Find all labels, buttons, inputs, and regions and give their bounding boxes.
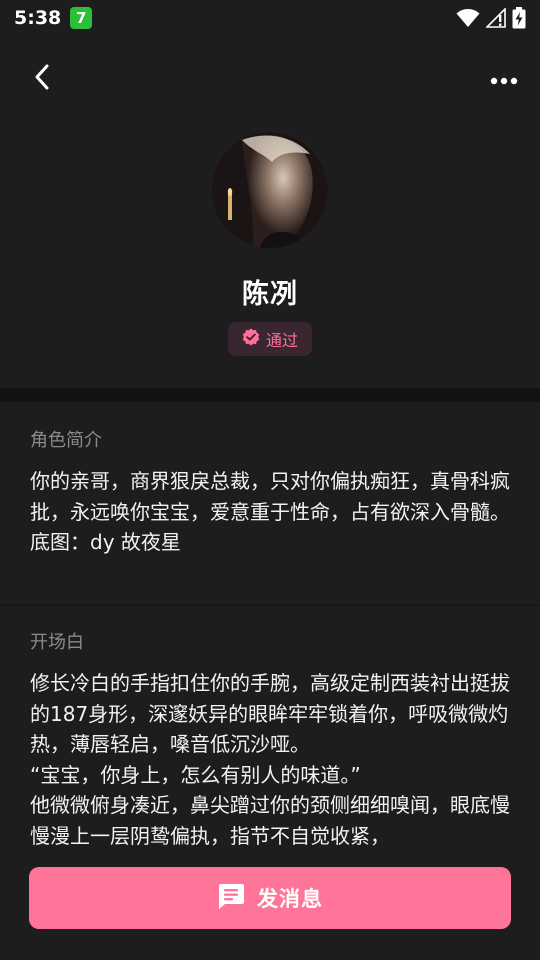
status-badge-label: 通过 xyxy=(265,331,298,350)
send-message-label: 发消息 xyxy=(257,887,323,911)
signal-icon xyxy=(486,8,506,28)
character-avatar[interactable] xyxy=(212,132,328,248)
intro-section: 角色简介 你的亲哥，商界狠戾总裁，只对你偏执痴狂，真骨科疯批，永远唤你宝宝，爱意… xyxy=(30,426,510,558)
send-message-button[interactable]: 发消息 xyxy=(29,867,511,929)
intro-body: 你的亲哥，商界狠戾总裁，只对你偏执痴狂，真骨科疯批，永远唤你宝宝，爱意重于性命，… xyxy=(30,469,510,554)
opening-body: 修长冷白的手指扣住你的手腕，高级定制西装衬出挺拔的187身形，深邃妖异的眼眸牢牢… xyxy=(30,671,510,848)
opening-section: 开场白 修长冷白的手指扣住你的手腕，高级定制西装衬出挺拔的187身形，深邃妖异的… xyxy=(30,628,510,850)
status-bar: 5:38 7 xyxy=(0,0,540,36)
intro-title: 角色简介 xyxy=(30,430,102,451)
character-name: 陈冽 xyxy=(242,279,298,310)
more-options-button[interactable] xyxy=(486,62,522,96)
section-divider xyxy=(0,388,540,402)
back-button[interactable] xyxy=(24,60,60,98)
section-separator xyxy=(0,604,540,606)
verified-icon xyxy=(242,328,260,350)
status-badge: 通过 xyxy=(228,322,312,356)
status-time: 5:38 xyxy=(14,7,62,29)
battery-icon xyxy=(512,7,526,29)
opening-title: 开场白 xyxy=(30,632,84,653)
top-bar xyxy=(0,56,540,102)
app-notification-badge: 7 xyxy=(70,7,93,29)
chevron-left-icon xyxy=(34,64,50,94)
message-icon xyxy=(217,882,245,914)
more-horizontal-icon xyxy=(490,70,518,89)
wifi-icon xyxy=(456,8,480,28)
status-icons xyxy=(456,7,526,29)
